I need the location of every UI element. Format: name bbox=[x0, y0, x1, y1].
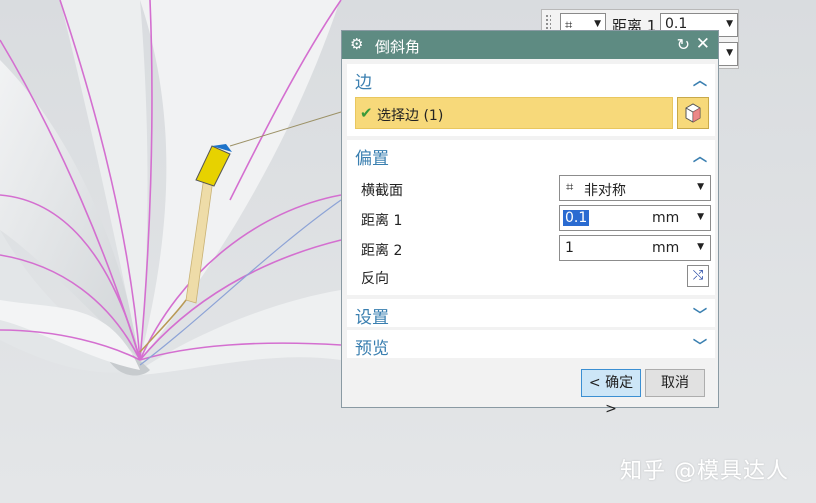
distance1-unit: mm bbox=[652, 210, 680, 226]
chevron-down-icon: ﹀ bbox=[693, 308, 707, 324]
cross-section-dropdown[interactable]: ⌗ 非对称 ▼ bbox=[559, 175, 711, 201]
settings-section: 设置 ﹀ bbox=[347, 299, 715, 328]
dialog-title: 倒斜角 bbox=[375, 38, 421, 56]
cube-icon bbox=[685, 103, 701, 123]
cross-section-label: 横截面 bbox=[361, 183, 403, 199]
chevron-up-icon: ︿ bbox=[693, 149, 707, 165]
distance1-value: 0.1 bbox=[563, 210, 590, 226]
settings-section-header[interactable]: 设置 ﹀ bbox=[347, 299, 715, 328]
offset-section-label: 偏置 bbox=[355, 149, 389, 169]
edge-section: 边 ︿ ✔ 选择边 (1) bbox=[347, 64, 715, 136]
chevron-down-icon: ▼ bbox=[726, 19, 733, 29]
distance2-unit: mm bbox=[652, 240, 680, 256]
preview-section-label: 预览 bbox=[355, 339, 389, 359]
reverse-direction-button[interactable]: ⤭ bbox=[687, 265, 709, 287]
select-edge-label: 选择边 (1) bbox=[377, 108, 444, 124]
distance1-input[interactable]: 0.1 mm ▼ bbox=[559, 205, 711, 231]
edge-section-label: 边 bbox=[355, 73, 372, 93]
preview-section: 预览 ﹀ bbox=[347, 330, 715, 359]
distance2-value: 1 bbox=[565, 240, 574, 256]
chevron-down-icon: ▼ bbox=[594, 19, 601, 29]
watermark-text: 知乎 @模具达人 bbox=[620, 459, 789, 484]
cross-section-value: 非对称 bbox=[584, 183, 626, 199]
edge-section-header[interactable]: 边 ︿ bbox=[347, 64, 715, 93]
offset-section: 偏置 ︿ 横截面 ⌗ 非对称 ▼ 距离 1 0.1 mm ▼ 距离 2 1 mm… bbox=[347, 140, 715, 295]
chevron-down-icon[interactable]: ▼ bbox=[697, 242, 704, 252]
select-edge-button[interactable] bbox=[677, 97, 709, 129]
chevron-up-icon: ︿ bbox=[693, 73, 707, 89]
reset-icon[interactable]: ↻ bbox=[677, 35, 690, 54]
edge-select-icon: ⌗ bbox=[566, 180, 574, 195]
reverse-label: 反向 bbox=[361, 271, 389, 287]
preview-section-header[interactable]: 预览 ﹀ bbox=[347, 330, 715, 359]
reverse-arrows-icon: ⤭ bbox=[692, 268, 704, 283]
distance2-input[interactable]: 1 mm ▼ bbox=[559, 235, 711, 261]
chamfer-dialog: ⚙ 倒斜角 ↻ ✕ 边 ︿ ✔ 选择边 (1) 偏置 ︿ 横截面 ⌗ 非对称 ▼… bbox=[341, 30, 719, 417]
chevron-down-icon: ▼ bbox=[697, 182, 704, 192]
offset-section-header[interactable]: 偏置 ︿ bbox=[347, 140, 715, 169]
close-icon[interactable]: ✕ bbox=[696, 34, 710, 54]
check-icon: ✔ bbox=[360, 104, 373, 122]
chevron-down-icon[interactable]: ▼ bbox=[697, 212, 704, 222]
chevron-down-icon: ▼ bbox=[726, 48, 733, 58]
settings-section-label: 设置 bbox=[355, 308, 389, 328]
distance1-label: 距离 1 bbox=[361, 213, 403, 229]
cancel-button[interactable]: 取消 bbox=[645, 369, 705, 397]
select-edge-row[interactable]: ✔ 选择边 (1) bbox=[355, 97, 673, 129]
dialog-titlebar[interactable]: ⚙ 倒斜角 ↻ ✕ bbox=[342, 31, 718, 59]
chevron-down-icon: ﹀ bbox=[693, 339, 707, 355]
ok-button[interactable]: < 确定 > bbox=[581, 369, 641, 417]
distance2-label: 距离 2 bbox=[361, 243, 403, 259]
gear-icon[interactable]: ⚙ bbox=[350, 35, 363, 53]
